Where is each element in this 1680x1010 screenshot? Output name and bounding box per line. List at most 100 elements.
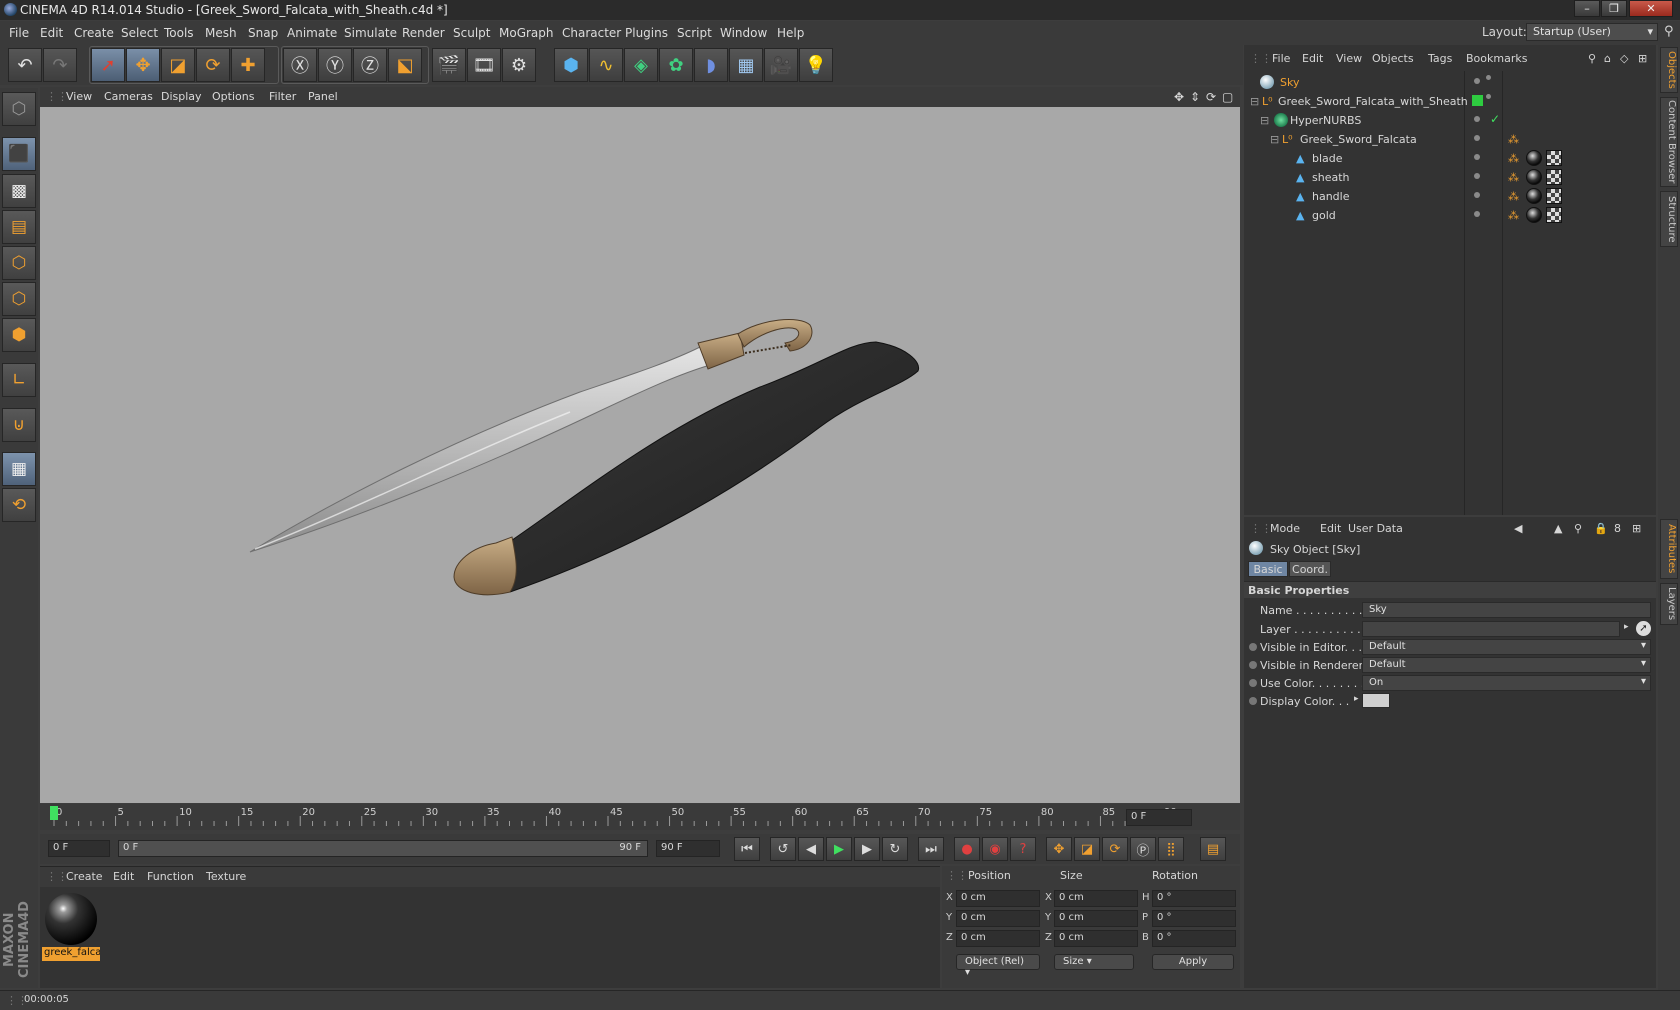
uvw-tag-icon[interactable] <box>1546 188 1562 204</box>
coordinate-system-icon[interactable]: ⬕ <box>388 48 422 82</box>
attr-menu-user-data[interactable]: User Data <box>1348 522 1403 535</box>
menu-tools[interactable]: Tools <box>164 26 194 40</box>
position-x-field[interactable]: 0 cm <box>956 890 1040 907</box>
key-pla-icon[interactable]: ⣿ <box>1158 837 1184 861</box>
object-row-sheath[interactable]: ▲ sheath ⁂ <box>1246 167 1652 187</box>
back-arrow-icon[interactable]: ◀ <box>1514 522 1522 535</box>
end-frame-field[interactable]: 90 F <box>656 840 720 857</box>
maximize-button[interactable]: ❐ <box>1601 0 1627 17</box>
up-arrow-icon[interactable]: ▲ <box>1554 522 1562 535</box>
rotation-h-field[interactable]: 0 ° <box>1152 890 1236 907</box>
close-button[interactable]: ✕ <box>1629 0 1673 17</box>
render-view-icon[interactable]: 🎬 <box>432 48 466 82</box>
floor-icon[interactable]: ▦ <box>729 48 763 82</box>
display-color-swatch[interactable] <box>1362 693 1390 708</box>
go-to-end-icon[interactable]: ⏭ <box>918 837 944 861</box>
workplane-lock-icon[interactable]: ▦ <box>2 452 36 486</box>
phong-tag-icon[interactable]: ⁂ <box>1508 152 1519 165</box>
size-z-field[interactable]: 0 cm <box>1054 930 1138 947</box>
visible-in-editor-select[interactable]: Default <box>1362 639 1651 655</box>
nurbs-icon[interactable]: ◈ <box>624 48 658 82</box>
material-menu-texture[interactable]: Texture <box>206 870 246 883</box>
coord-mode-dropdown[interactable]: Object (Rel) ▾ <box>956 954 1040 978</box>
menu-edit[interactable]: Edit <box>40 26 63 40</box>
uvw-tag-icon[interactable] <box>1546 169 1562 185</box>
viewport-menu-cameras[interactable]: Cameras <box>104 90 153 103</box>
material-tag-icon[interactable] <box>1526 207 1542 223</box>
enabled-check-icon[interactable]: ✓ <box>1490 112 1500 126</box>
link-icon[interactable]: 8 <box>1614 522 1621 535</box>
viewport-menu-display[interactable]: Display <box>161 90 202 103</box>
size-y-field[interactable]: 0 cm <box>1054 910 1138 927</box>
viewport-menu-options[interactable]: Options <box>212 90 254 103</box>
spline-pen-icon[interactable]: ∿ <box>589 48 623 82</box>
redo-button[interactable]: ↷ <box>43 48 77 82</box>
add-object-icon[interactable]: ✚ <box>231 48 265 82</box>
material-menu-function[interactable]: Function <box>147 870 194 883</box>
tab-objects[interactable]: Objects <box>1660 47 1678 93</box>
apply-button[interactable]: Apply <box>1152 954 1234 970</box>
object-row-sky[interactable]: Sky <box>1246 72 1652 92</box>
material-tag-icon[interactable] <box>1526 188 1542 204</box>
material-menu-create[interactable]: Create <box>66 870 103 883</box>
polygons-mode-icon[interactable]: ⬢ <box>2 318 36 352</box>
material-tag-icon[interactable] <box>1526 169 1542 185</box>
z-axis-lock-icon[interactable]: Ⓩ <box>353 48 387 82</box>
make-editable-icon[interactable]: ⬡ <box>2 92 36 126</box>
render-dot[interactable] <box>1486 75 1491 80</box>
animate-radio[interactable] <box>1249 697 1257 705</box>
phong-tag-icon[interactable]: ⁂ <box>1508 190 1519 203</box>
menu-help[interactable]: Help <box>777 26 804 40</box>
next-key-icon[interactable]: ↻ <box>882 837 908 861</box>
viewport-maximize-icon[interactable]: ▢ <box>1222 90 1233 104</box>
go-to-start-icon[interactable]: ⏮ <box>734 837 760 861</box>
search-icon[interactable]: ⚲ <box>1588 52 1596 65</box>
current-frame-field[interactable]: 0 F <box>1126 809 1192 826</box>
tab-structure[interactable]: Structure <box>1660 191 1678 247</box>
viewport-zoom-icon[interactable]: ⇕ <box>1190 90 1200 104</box>
object-row-group[interactable]: ⊟ L⁰ Greek_Sword_Falcata_with_Sheath <box>1246 91 1652 111</box>
tab-layers[interactable]: Layers <box>1660 583 1678 625</box>
visibility-dot[interactable] <box>1474 116 1480 122</box>
deformer-icon[interactable]: ◗ <box>694 48 728 82</box>
expand-icon[interactable]: ⊟ <box>1270 133 1279 146</box>
minimize-button[interactable]: – <box>1574 0 1600 17</box>
layout-select[interactable]: Startup (User) ▾ <box>1526 23 1658 41</box>
visibility-dot[interactable] <box>1474 211 1480 217</box>
record-keys-icon[interactable]: ● <box>954 837 980 861</box>
texture-mode-icon[interactable]: ▩ <box>2 174 36 208</box>
live-selection-icon[interactable]: ➚ <box>91 48 125 82</box>
object-row-handle[interactable]: ▲ handle ⁂ <box>1246 186 1652 206</box>
menu-script[interactable]: Script <box>677 26 712 40</box>
material-swatch[interactable]: greek_falca <box>42 891 100 963</box>
menu-select[interactable]: Select <box>121 26 158 40</box>
3d-viewport[interactable] <box>40 107 1240 803</box>
new-panel-icon[interactable]: ⊞ <box>1638 52 1647 65</box>
autokey-icon[interactable]: ◉ <box>982 837 1008 861</box>
start-frame-field[interactable]: 0 F <box>48 840 110 857</box>
menu-mesh[interactable]: Mesh <box>205 26 237 40</box>
previous-frame-icon[interactable]: ◀ <box>798 837 824 861</box>
menu-snap[interactable]: Snap <box>248 26 278 40</box>
position-y-field[interactable]: 0 cm <box>956 910 1040 927</box>
pointer-pick-icon[interactable]: ➚ <box>1636 621 1651 636</box>
object-menu-bookmarks[interactable]: Bookmarks <box>1466 52 1527 65</box>
key-parameter-icon[interactable]: Ⓟ <box>1130 837 1156 861</box>
material-menu-edit[interactable]: Edit <box>113 870 134 883</box>
object-row-blade[interactable]: ▲ blade ⁂ <box>1246 148 1652 168</box>
soft-selection-icon[interactable]: ⟲ <box>2 488 36 522</box>
undo-button[interactable]: ↶ <box>8 48 42 82</box>
keyframe-selection-icon[interactable]: ? <box>1010 837 1036 861</box>
visible-in-renderer-select[interactable]: Default <box>1362 657 1651 673</box>
animate-radio[interactable] <box>1249 661 1257 669</box>
move-tool-icon[interactable]: ✥ <box>126 48 160 82</box>
camera-icon[interactable]: 🎥 <box>764 48 798 82</box>
visibility-dot[interactable] <box>1474 135 1480 141</box>
home-icon[interactable]: ⌂ <box>1604 52 1611 65</box>
visibility-dot[interactable] <box>1474 192 1480 198</box>
frame-range-slider[interactable]: 0 F 90 F <box>118 840 648 857</box>
menu-simulate[interactable]: Simulate <box>344 26 397 40</box>
rotation-p-field[interactable]: 0 ° <box>1152 910 1236 927</box>
viewport-rotate-icon[interactable]: ⟳ <box>1206 90 1216 104</box>
viewport-menu-view[interactable]: View <box>66 90 92 103</box>
